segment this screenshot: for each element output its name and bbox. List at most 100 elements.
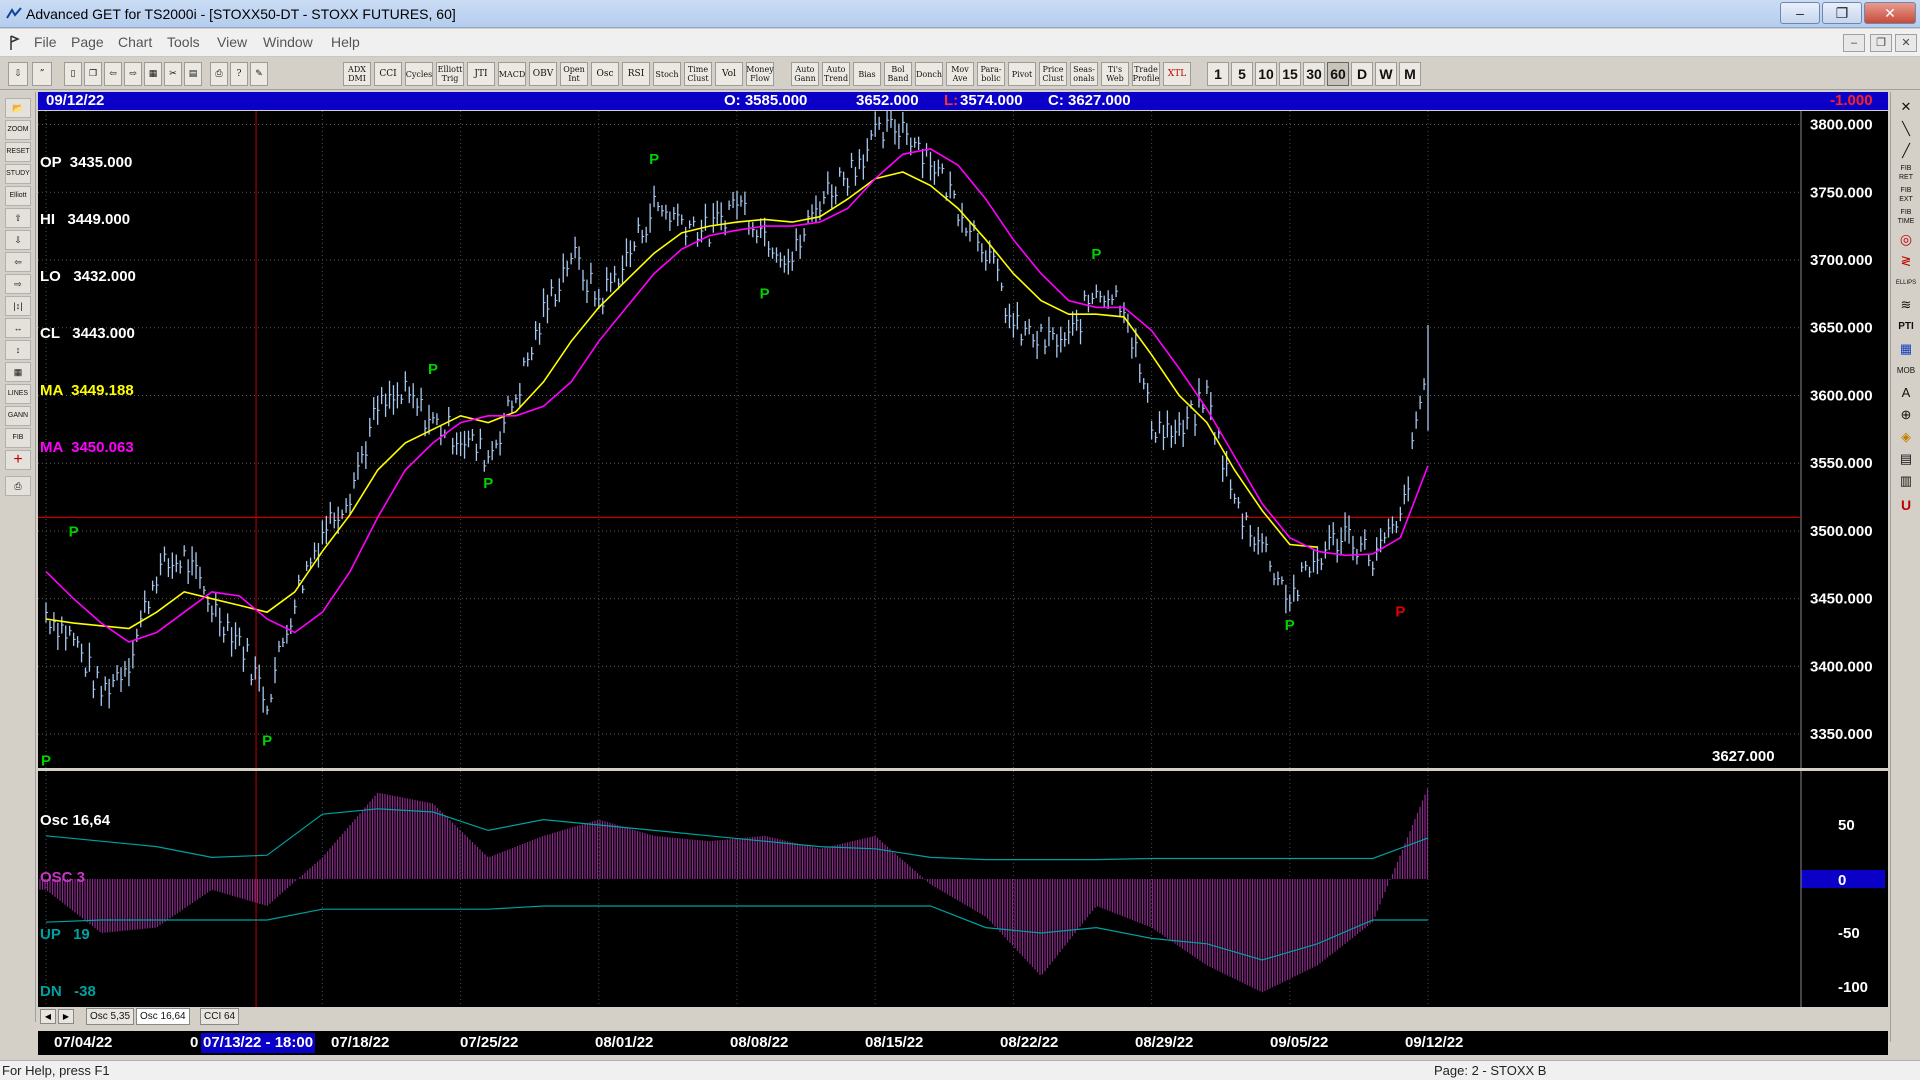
tool-vol[interactable]: Vol — [715, 62, 743, 86]
tab-osc-16-64[interactable]: Osc 16,64 — [136, 1008, 190, 1025]
price-chart-svg[interactable]: 3350.000 3400.000 3450.000 3500.000 3550.000… — [38, 111, 1888, 768]
tool-pivot[interactable]: Pivot — [1008, 62, 1036, 86]
scroll-down-icon[interactable]: ⇩ — [5, 230, 31, 250]
tool-mov-ave[interactable]: Mov Ave — [946, 62, 974, 86]
period-w[interactable]: W — [1375, 62, 1397, 86]
tool-adx-dmi[interactable]: ADX DMI — [343, 62, 371, 86]
tool-elliott-trig[interactable]: Elliott Trig — [436, 62, 464, 86]
fib-time-icon[interactable]: FIB TIME — [1895, 208, 1917, 228]
menu-help[interactable]: Help — [331, 34, 360, 50]
tool-trade-profile[interactable]: Trade Profile — [1132, 62, 1160, 86]
wave-icon[interactable]: ≋ — [1895, 296, 1917, 316]
period-60[interactable]: 60 — [1327, 62, 1349, 86]
tool-donch[interactable]: Donch — [915, 62, 943, 86]
expand-vertical-icon[interactable]: ↕ — [5, 340, 31, 360]
scroll-left-icon[interactable]: ⇦ — [5, 252, 31, 272]
tab-osc-5-35[interactable]: Osc 5,35 — [86, 1008, 135, 1025]
grid-toggle-icon[interactable]: ▦ — [5, 362, 31, 382]
report-icon[interactable]: ▥ — [1895, 472, 1917, 492]
tool-bias[interactable]: Bias — [853, 62, 881, 86]
layout-icon[interactable]: ▤ — [184, 62, 202, 86]
fib-extension-icon[interactable]: FIB EXT — [1895, 186, 1917, 206]
tab-scroll-right-icon[interactable]: ▶ — [58, 1009, 74, 1024]
tool-cycles[interactable]: Cycles — [405, 62, 433, 86]
open-chart-icon[interactable]: 📂 — [5, 98, 31, 118]
menu-chart[interactable]: Chart — [118, 34, 152, 50]
delete-tool-icon[interactable]: ✕ — [1895, 98, 1917, 118]
target-icon[interactable]: ◎ — [1895, 230, 1917, 250]
pointer-tool-icon[interactable]: ⇩ — [8, 62, 28, 86]
tool-auto-trend[interactable]: Auto Trend — [822, 62, 850, 86]
maximize-button[interactable]: ❐ — [1822, 2, 1862, 24]
tool-seasonals[interactable]: Seas-onals — [1070, 62, 1098, 86]
tool-cci[interactable]: CCI — [374, 62, 402, 86]
expand-horizontal-icon[interactable]: ↔ — [5, 318, 31, 338]
mdi-close-button[interactable]: ✕ — [1895, 34, 1917, 52]
channel-icon[interactable]: ╱ — [1895, 142, 1917, 162]
new-page-icon[interactable]: ▯ — [64, 62, 82, 86]
print-chart-icon[interactable]: ⎙ — [5, 476, 31, 496]
menu-file[interactable]: File — [34, 34, 57, 50]
period-15[interactable]: 15 — [1279, 62, 1301, 86]
mdi-restore-button[interactable]: ❐ — [1870, 34, 1892, 52]
tip-icon[interactable]: ? — [230, 62, 248, 86]
period-1[interactable]: 1 — [1207, 62, 1229, 86]
help-icon[interactable]: ✎ — [250, 62, 268, 86]
tool-price-clust[interactable]: Price Clust — [1039, 62, 1067, 86]
zoom-icon[interactable]: ZOOM — [5, 120, 31, 140]
menu-window[interactable]: Window — [263, 34, 313, 50]
tool-auto-gann[interactable]: Auto Gann — [791, 62, 819, 86]
tool-open-int[interactable]: Open Int — [560, 62, 588, 86]
lines-icon[interactable]: LINES — [5, 384, 31, 404]
gann-icon[interactable]: GANN — [5, 406, 31, 426]
minimize-button[interactable]: – — [1780, 2, 1820, 24]
tool-obv[interactable]: OBV — [529, 62, 557, 86]
oscillator-panel[interactable]: 50 -50 -100 0 Osc 16,64 OSC 3 UP 19 DN -38 — [38, 771, 1888, 1007]
tool-parabolic[interactable]: Para-bolic — [977, 62, 1005, 86]
table-icon[interactable]: ▦ — [1895, 340, 1917, 360]
list-icon[interactable]: ▤ — [1895, 450, 1917, 470]
study-icon[interactable]: STUDY — [5, 164, 31, 184]
menu-page[interactable]: Page — [71, 34, 104, 50]
menu-tools[interactable]: Tools — [167, 34, 200, 50]
pti-icon[interactable]: PTI — [1895, 318, 1917, 338]
prev-page-icon[interactable]: ⇦ — [104, 62, 122, 86]
period-d[interactable]: D — [1351, 62, 1373, 86]
copy-page-icon[interactable]: ❐ — [84, 62, 102, 86]
tool-tis-web[interactable]: Ti's Web — [1101, 62, 1129, 86]
mob-icon[interactable]: MOB — [1895, 362, 1917, 382]
tool-macd[interactable]: MACD — [498, 62, 526, 86]
period-5[interactable]: 5 — [1231, 62, 1253, 86]
tool-jti[interactable]: JTI — [467, 62, 495, 86]
tool-time-clust[interactable]: Time Clust — [684, 62, 712, 86]
quote-icon[interactable]: ” — [32, 62, 52, 86]
next-page-icon[interactable]: ⇨ — [124, 62, 142, 86]
tab-cci-64[interactable]: CCI 64 — [200, 1008, 240, 1025]
zoom-in-icon[interactable]: ⊕ — [1895, 406, 1917, 426]
fan-icon[interactable]: ≷ — [1895, 252, 1917, 272]
crosshair-icon[interactable]: + — [5, 450, 31, 470]
reset-icon[interactable]: RESET — [5, 142, 31, 162]
print-icon[interactable]: ⎙ — [210, 62, 228, 86]
cut-icon[interactable]: ✂ — [164, 62, 182, 86]
period-30[interactable]: 30 — [1303, 62, 1325, 86]
period-10[interactable]: 10 — [1255, 62, 1277, 86]
period-m[interactable]: M — [1399, 62, 1421, 86]
compress-icon[interactable]: |↕| — [5, 296, 31, 316]
ellipse-icon[interactable]: ELLIPS — [1895, 274, 1917, 294]
u-tool-icon[interactable]: U — [1895, 496, 1917, 516]
price-chart-panel[interactable]: 3350.000 3400.000 3450.000 3500.000 3550.000… — [38, 111, 1888, 768]
tool-osc[interactable]: Osc — [591, 62, 619, 86]
trendline-icon[interactable]: ╲ — [1895, 120, 1917, 140]
marker-icon[interactable]: ◈ — [1895, 428, 1917, 448]
tool-stoch[interactable]: Stoch — [653, 62, 681, 86]
tool-rsi[interactable]: RSI — [622, 62, 650, 86]
mdi-minimize-button[interactable]: – — [1843, 34, 1865, 52]
oscillator-svg[interactable]: 50 -50 -100 0 — [38, 771, 1888, 1007]
tool-money-flow[interactable]: Money Flow — [746, 62, 774, 86]
scroll-right-icon[interactable]: ⇨ — [5, 274, 31, 294]
tool-xtl[interactable]: XTL — [1163, 62, 1191, 86]
text-tool-icon[interactable]: A — [1895, 384, 1917, 404]
menu-view[interactable]: View — [217, 34, 247, 50]
fib-retracement-icon[interactable]: FIB RET — [1895, 164, 1917, 184]
